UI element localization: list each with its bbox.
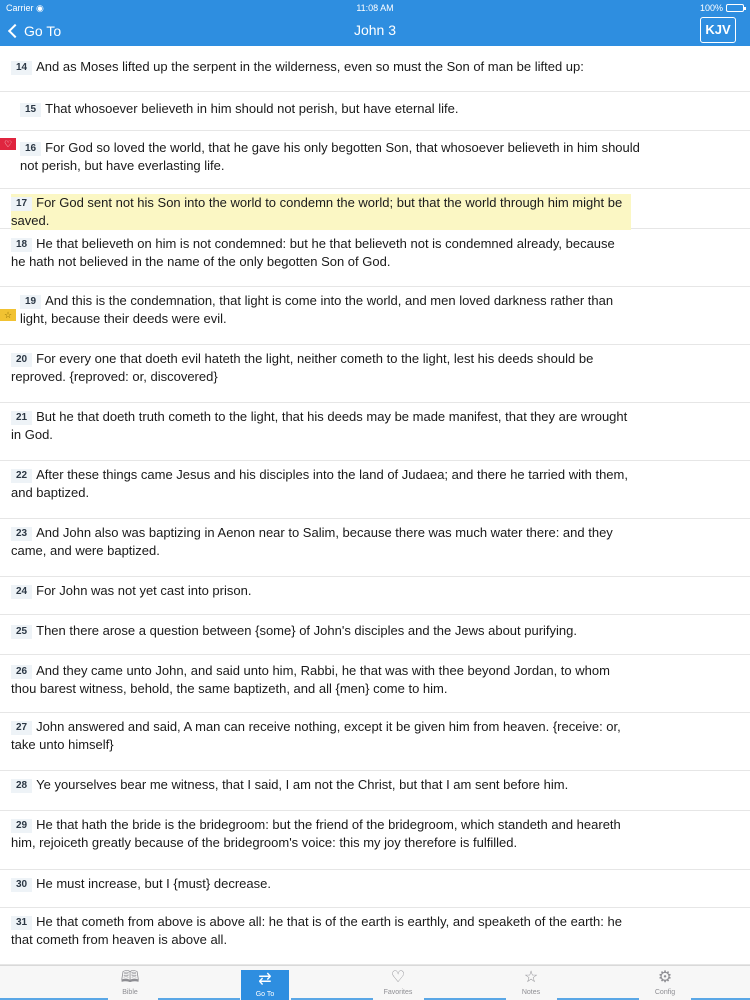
verse-body: He must increase, but I {must} decrease. [36,876,271,891]
gear-icon: ⚙ [657,969,673,986]
heart-icon: ♡ [390,969,406,986]
status-battery: 100% [699,2,746,14]
verse-number: 25 [11,625,33,639]
status-time: 11:08 AM [356,3,394,13]
verse-body: For every one that doeth evil hateth the… [11,351,594,384]
signpost-icon: ⇄ [258,971,272,988]
verse-body: For God sent not his Son into the world … [11,195,623,228]
verse-row-21[interactable]: 21 But he that doeth truth cometh to the … [0,403,750,461]
verse-text: 19 And this is the condemnation, that lig… [20,292,640,328]
verse-text: 14 And as Moses lifted up the serpent in … [11,58,631,76]
verse-number: 14 [11,61,33,75]
verse-text: 16 For God so loved the world, that he ga… [20,139,640,175]
verse-number: 30 [11,878,33,892]
verse-text: 17 For God sent not his Son into the worl… [11,194,631,230]
verse-number: 16 [20,142,42,156]
verse-text: 18 He that believeth on him is not condem… [11,235,631,271]
verse-body: Ye yourselves bear me witness, that I sa… [36,777,569,792]
verse-text: 23 And John also was baptizing in Aenon n… [11,524,631,560]
verse-body: And this is the condemnation, that light… [20,293,614,326]
verse-text: 31 He that cometh from above is above all… [11,913,631,949]
verse-row-17[interactable]: 17 For God sent not his Son into the worl… [0,189,750,230]
verse-body: He that cometh from above is above all: … [11,914,622,947]
battery-percent: 100% [699,3,723,13]
verse-body: He that believeth on him is not condemne… [11,236,615,269]
verse-number: 15 [20,103,42,117]
tab-label: Bible [122,989,138,996]
verse-number: 19 [20,295,42,309]
tab-config[interactable]: ⚙ Config [641,968,689,1000]
tab-notes[interactable]: ☆ Notes [507,968,555,1000]
verse-text: 21 But he that doeth truth cometh to the … [11,408,631,444]
verse-row-26[interactable]: 26 And they came unto John, and said unto… [0,655,750,713]
starred-star-icon[interactable]: ☆ [0,309,16,321]
verse-text: 15 That whosoever believeth in him should… [20,100,640,118]
verse-number: 31 [11,916,33,930]
verse-number: 28 [11,779,33,793]
verse-body: For God so loved the world, that he gave… [20,140,640,173]
verse-text: 20 For every one that doeth evil hateth t… [11,350,631,386]
verse-text: 22 After these things came Jesus and his … [11,466,631,502]
verse-row-18[interactable]: 18 He that believeth on him is not condem… [0,229,750,287]
verse-text: 24 For John was not yet cast into prison. [11,582,631,600]
verse-row-25[interactable]: 25 Then there arose a question between {s… [0,615,750,655]
verse-body: Then there arose a question between {som… [36,623,578,638]
verse-text: 29 He that hath the bride is the bridegro… [11,816,631,852]
verse-row-15[interactable]: 15 That whosoever believeth in him should… [0,92,750,131]
verse-number: 23 [11,527,33,541]
verse-text: 27 John answered and said, A man can rece… [11,718,631,754]
verse-row-19[interactable]: 19 And this is the condemnation, that lig… [0,287,750,345]
verse-number: 22 [11,469,33,483]
verse-row-27[interactable]: 27 John answered and said, A man can rece… [0,713,750,771]
verse-row-14[interactable]: 14 And as Moses lifted up the serpent in … [0,47,750,92]
verse-number: 18 [11,238,33,252]
tab-label: Notes [521,989,541,996]
verse-text: 30 He must increase, but I {must} decreas… [11,875,631,893]
verse-number: 17 [11,197,33,211]
tab-label: Config [654,989,676,996]
verse-body: For John was not yet cast into prison. [36,583,252,598]
verse-text: 25 Then there arose a question between {s… [11,622,631,640]
tab-bible[interactable]: 🕮 Bible [106,968,154,1000]
verse-text: 26 And they came unto John, and said unto… [11,662,631,698]
verse-text: 28 Ye yourselves bear me witness, that I … [11,776,631,794]
verse-row-31[interactable]: 31 He that cometh from above is above all… [0,908,750,965]
tab-label: Favorites [383,989,413,996]
battery-icon [726,4,746,12]
verse-row-24[interactable]: 24 For John was not yet cast into prison. [0,577,750,615]
verse-row-29[interactable]: 29 He that hath the bride is the bridegro… [0,811,750,870]
verse-body: That whosoever believeth in him should n… [45,101,459,116]
navigation-bar: Carrier ◉ 11:08 AM 100% Go To John 3 KJV [0,0,750,46]
verse-number: 26 [11,665,33,679]
verse-number: 20 [11,353,33,367]
page-title: John 3 [353,22,397,38]
tab-go-to[interactable]: ⇄ Go To [241,970,289,1000]
verse-body: And they came unto John, and said unto h… [11,663,610,696]
verse-row-23[interactable]: 23 And John also was baptizing in Aenon n… [0,519,750,577]
verse-number: 29 [11,819,33,833]
verse-number: 24 [11,585,33,599]
verse-row-20[interactable]: 20 For every one that doeth evil hateth t… [0,345,750,403]
star-icon: ☆ [523,969,539,986]
verse-body: He that hath the bride is the bridegroom… [11,817,621,850]
verse-body: And John also was baptizing in Aenon nea… [11,525,613,558]
favorite-heart-icon[interactable]: ♡ [0,138,16,150]
tab-bar: 🕮 Bible ⇄ Go To ♡ Favorites ☆ Notes ⚙ Config [0,965,750,1000]
verse-row-22[interactable]: 22 After these things came Jesus and his … [0,461,750,519]
verse-body: But he that doeth truth cometh to the li… [11,409,628,442]
tab-label: Go To [255,991,275,998]
verse-body: John answered and said, A man can receiv… [11,719,621,752]
verse-list[interactable]: 14 And as Moses lifted up the serpent in … [0,47,750,965]
verse-row-16[interactable]: 16 For God so loved the world, that he ga… [0,131,750,189]
verse-row-28[interactable]: 28 Ye yourselves bear me witness, that I … [0,771,750,811]
version-button[interactable]: KJV [700,17,736,43]
verse-body: And as Moses lifted up the serpent in th… [36,59,584,74]
book-icon: 🕮 [120,969,140,986]
verse-row-30[interactable]: 30 He must increase, but I {must} decreas… [0,870,750,908]
verse-number: 27 [11,721,33,735]
tab-favorites[interactable]: ♡ Favorites [374,968,422,1000]
verse-number: 21 [11,411,33,425]
verse-body: After these things came Jesus and his di… [11,467,628,500]
